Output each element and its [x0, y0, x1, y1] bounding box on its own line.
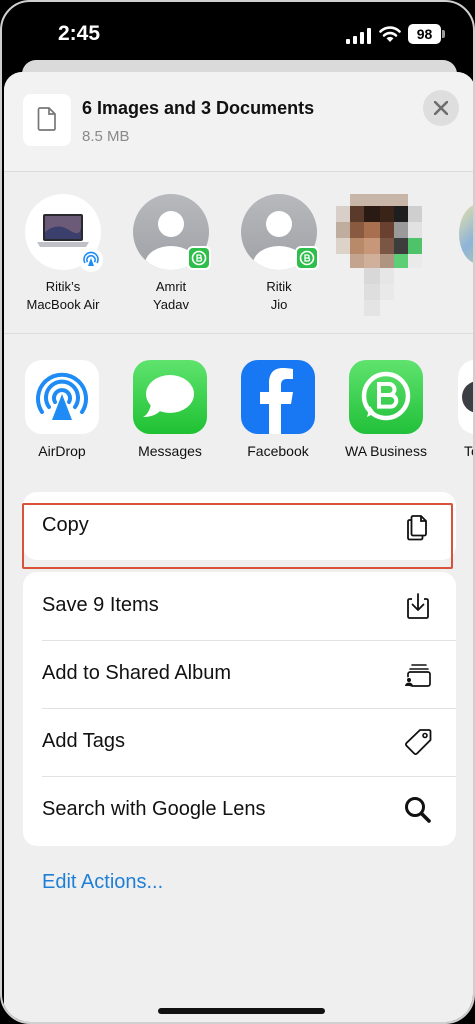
person-name-line1: Amrit: [155, 279, 187, 294]
app-label: AirDrop: [38, 443, 86, 459]
person-amrit[interactable]: Amrit Yadav: [121, 194, 221, 314]
facebook-f-icon: [260, 368, 293, 434]
add-tags-row[interactable]: Add Tags: [23, 708, 456, 776]
tag-icon: [405, 729, 432, 755]
shared-album-label: Add to Shared Album: [42, 662, 232, 684]
laptop-icon: [37, 214, 89, 247]
app-facebook[interactable]: Facebook: [224, 360, 332, 459]
cellular-signal-icon: [346, 28, 371, 44]
google-lens-row[interactable]: Search with Google Lens: [23, 776, 456, 846]
share-size: 8.5 MB: [82, 128, 130, 145]
whatsapp-business-badge-icon: [191, 250, 207, 266]
macbook-avatar: [25, 194, 103, 272]
google-lens-label: Search with Google Lens: [42, 798, 266, 820]
document-icon: [37, 107, 56, 131]
airdrop-badge: [79, 248, 103, 272]
speech-bubble-icon: [143, 375, 194, 417]
copy-card: Copy: [23, 492, 456, 560]
copy-row[interactable]: Copy: [23, 492, 456, 560]
save-download-icon: [407, 593, 429, 619]
person-name: Ritik’s MacBook Air: [13, 278, 113, 314]
airdrop-icon: [25, 360, 99, 434]
airdrop-badge-icon: [80, 249, 102, 271]
person-name-line2: Yadav: [153, 297, 189, 312]
battery-icon: 98: [408, 24, 441, 44]
app-label: WA Business: [345, 443, 427, 459]
partial-app-icon[interactable]: [458, 360, 473, 434]
status-time: 2:45: [58, 22, 101, 45]
person-name: Amrit Yadav: [121, 278, 221, 314]
person-macbook[interactable]: Ritik’s MacBook Air: [13, 194, 113, 314]
actions-card: Save 9 Items Add to Shared Album Add Tag…: [23, 572, 456, 846]
battery-level: 98: [416, 26, 433, 42]
partial-app-label: Te: [464, 443, 473, 459]
person-ritik-jio[interactable]: Ritik Jio: [229, 194, 329, 314]
save-items-row[interactable]: Save 9 Items: [23, 572, 456, 640]
person-name-line1: Ritik’s: [45, 279, 81, 294]
app-label: Facebook: [247, 443, 309, 459]
person-name: Ritik Jio: [229, 278, 329, 314]
app-wa-business[interactable]: WA Business: [332, 360, 440, 459]
partial-contact-avatar[interactable]: [459, 204, 473, 264]
person-name-line2: Jio: [270, 297, 288, 312]
edit-actions-link[interactable]: Edit Actions...: [42, 871, 163, 894]
whatsapp-business-badge: [187, 246, 211, 270]
home-indicator[interactable]: [158, 1008, 325, 1014]
shared-album-row[interactable]: Add to Shared Album: [23, 640, 456, 708]
close-button[interactable]: [423, 90, 459, 126]
close-icon: [434, 101, 448, 115]
whatsapp-business-badge: [295, 246, 319, 270]
contact-avatar: [241, 194, 319, 270]
contact-avatar: [133, 194, 211, 270]
battery-tip: [442, 30, 445, 38]
copy-label: Copy: [42, 514, 89, 536]
phone-frame: 2:45 98 6 Images and 3 Documents 8.5 MB: [0, 0, 475, 1024]
app-airdrop[interactable]: AirDrop: [8, 360, 116, 459]
whatsapp-business-logo-icon: [361, 371, 411, 421]
person-name-line2: MacBook Air: [26, 297, 100, 312]
copy-icon: [407, 515, 427, 541]
share-sheet: 6 Images and 3 Documents 8.5 MB Ritik’s …: [4, 72, 473, 1022]
document-thumbnail: [23, 94, 71, 146]
app-label: Messages: [138, 443, 202, 459]
airdrop-rings-icon: [36, 372, 88, 420]
whatsapp-business-badge-icon: [299, 250, 315, 266]
wa-business-icon: [349, 360, 423, 434]
people-suggestions: Ritik’s MacBook Air Amrit Yadav Ritik Ji…: [4, 172, 473, 334]
shared-album-icon: [404, 664, 431, 687]
messages-icon: [133, 360, 207, 434]
save-items-label: Save 9 Items: [42, 594, 159, 616]
app-messages[interactable]: Messages: [116, 360, 224, 459]
status-bar: 2:45 98: [2, 2, 473, 68]
app-row: AirDrop Messages Facebook WA Business T: [4, 334, 473, 484]
share-header: 6 Images and 3 Documents 8.5 MB: [4, 72, 473, 172]
facebook-icon: [241, 360, 315, 434]
person-name-line1: Ritik: [266, 279, 292, 294]
add-tags-label: Add Tags: [42, 730, 126, 752]
wifi-icon: [379, 26, 401, 42]
share-title: 6 Images and 3 Documents: [82, 98, 315, 118]
pixelated-contact-avatar[interactable]: [336, 194, 422, 316]
search-icon: [405, 797, 431, 823]
partial-app-glyph: [462, 381, 473, 413]
